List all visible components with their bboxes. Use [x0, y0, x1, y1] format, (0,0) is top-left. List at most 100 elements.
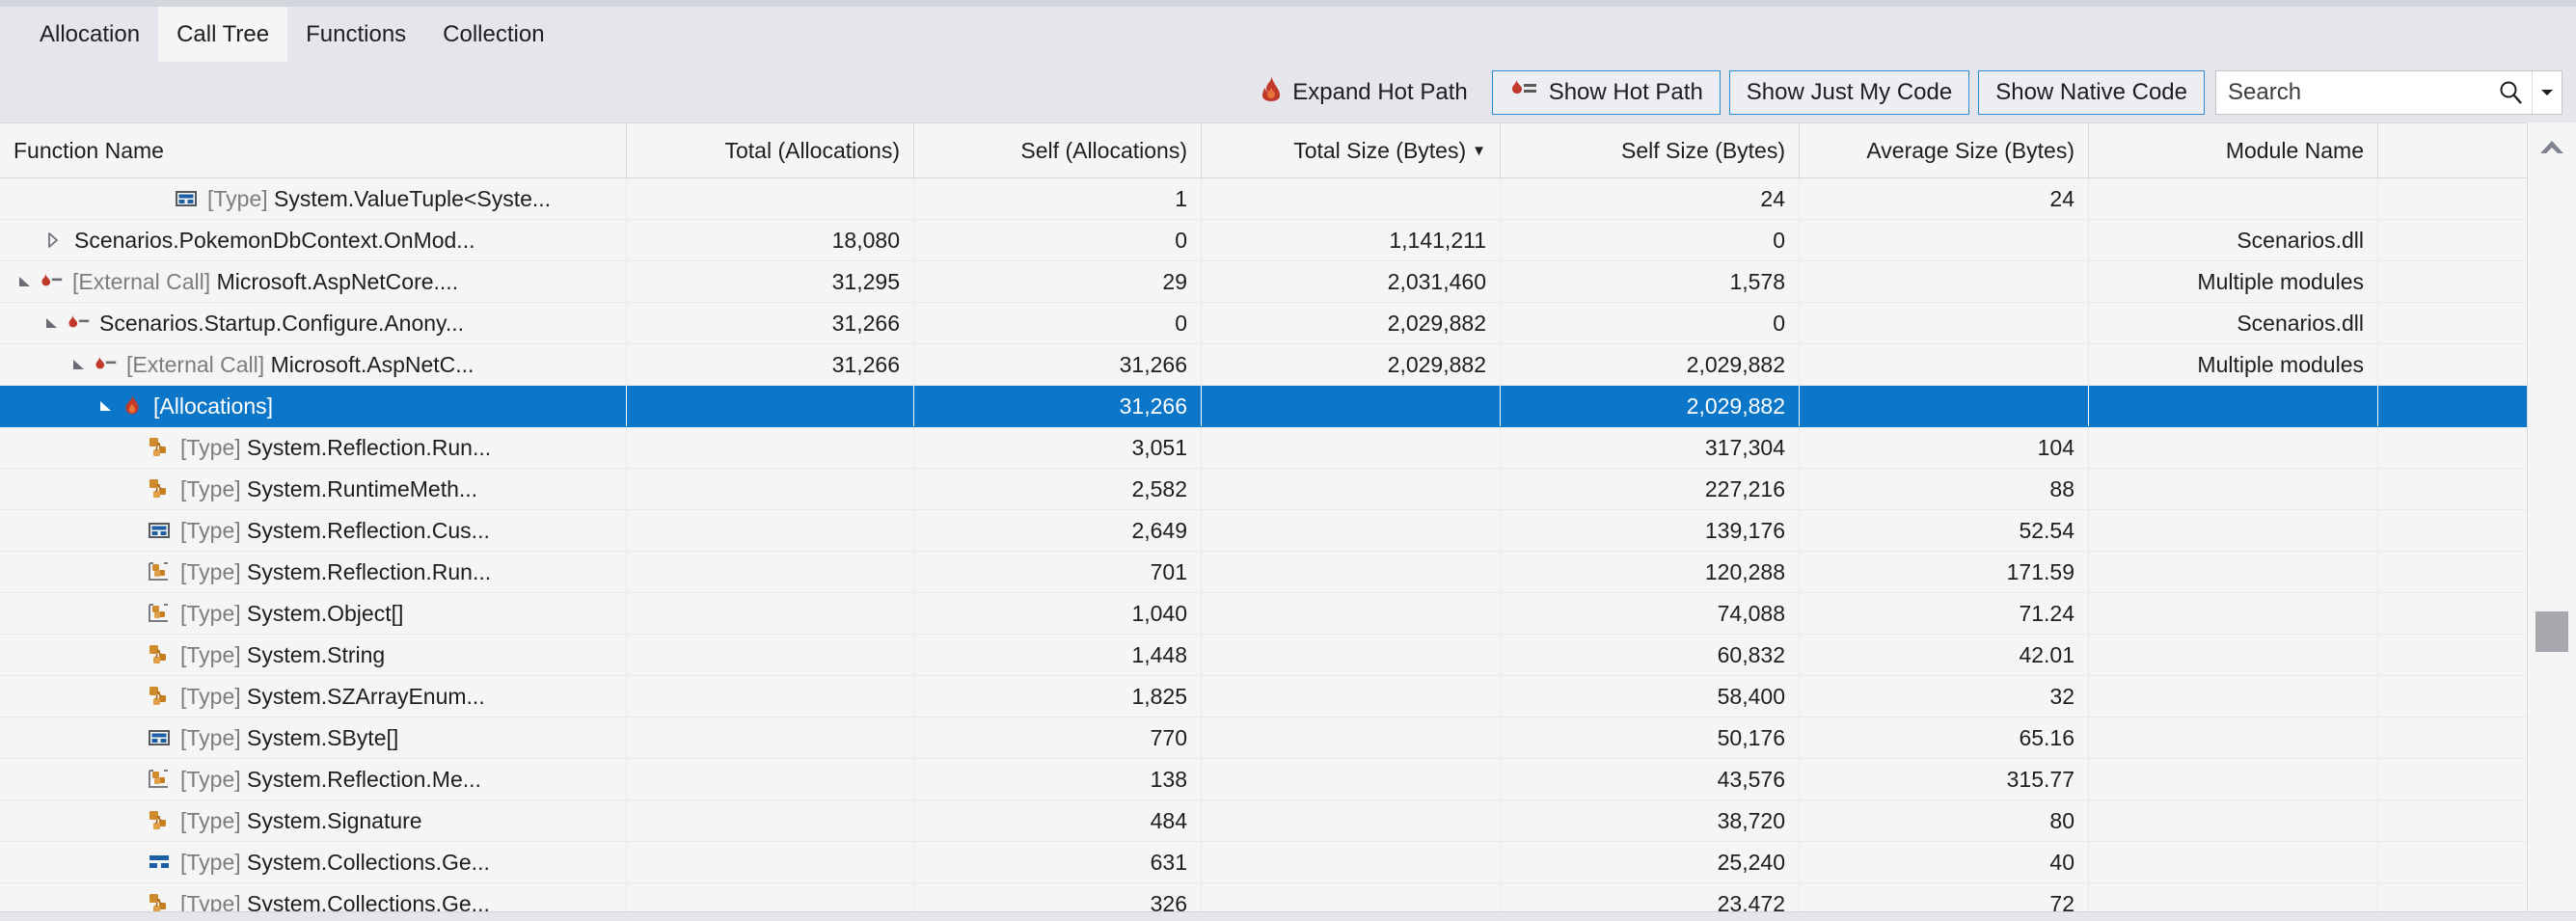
cell-self-allocations-value: 326: [1150, 890, 1187, 912]
cell-module-name-value: Multiple modules: [2197, 351, 2364, 377]
tree-collapse-triangle-icon[interactable]: [41, 314, 66, 332]
type-tag: [Type]: [180, 766, 248, 792]
tab-collection[interactable]: Collection: [424, 7, 562, 62]
tree-expand-chevron-right-icon[interactable]: [41, 231, 66, 249]
grid-body[interactable]: [Type] System.ValueTuple<Syste... 1 24 24 Sc…: [0, 178, 2527, 911]
cell-function-name[interactable]: [Allocations]: [0, 386, 627, 426]
cell-function-name[interactable]: [Type] System.Object[]: [0, 593, 627, 634]
table-row[interactable]: [Type] System.RuntimeMeth... 2,582 227,216…: [0, 469, 2527, 510]
type-tag: [Type]: [180, 724, 248, 750]
table-row[interactable]: Scenarios.PokemonDbContext.OnMod... 18,08…: [0, 220, 2527, 261]
cell-average-size: [1800, 344, 2089, 385]
column-header-spacer[interactable]: [2378, 123, 2528, 177]
column-header-self-size-bytes[interactable]: Self Size (Bytes): [1501, 123, 1800, 177]
column-header-self-allocations[interactable]: Self (Allocations): [914, 123, 1202, 177]
cell-function-name[interactable]: Scenarios.Startup.Configure.Anony...: [0, 303, 627, 343]
table-row[interactable]: [Type] System.Collections.Ge... 631 25,240…: [0, 842, 2527, 883]
search-options-chevron-down-icon[interactable]: [2532, 70, 2562, 114]
expand-hot-path-button[interactable]: Expand Hot Path: [1245, 70, 1482, 115]
cell-function-name[interactable]: [Type] System.Reflection.Run...: [0, 552, 627, 592]
cell-module-name: [2089, 800, 2378, 841]
table-row[interactable]: [Type] System.Reflection.Run... 701 120,28…: [0, 552, 2527, 593]
show-hot-path-toggle[interactable]: Show Hot Path: [1491, 69, 1721, 115]
flame-icon: [1261, 76, 1282, 108]
search-box[interactable]: Search: [2215, 69, 2562, 115]
scrollbar-track[interactable]: [2528, 173, 2576, 911]
column-header-total-size-bytes[interactable]: Total Size (Bytes) ▼: [1202, 123, 1501, 177]
show-native-code-toggle[interactable]: Show Native Code: [1978, 69, 2205, 115]
table-row[interactable]: Scenarios.Startup.Configure.Anony... 31,2…: [0, 303, 2527, 344]
cell-function-name[interactable]: [Type] System.String: [0, 635, 627, 675]
cell-function-name[interactable]: [Type] System.Collections.Ge...: [0, 883, 627, 911]
table-row[interactable]: [Type] System.Object[] 1,040 74,088 71.24: [0, 593, 2527, 635]
search-icon[interactable]: [2489, 71, 2532, 114]
cell-self-size: 38,720: [1501, 800, 1800, 841]
column-header-total-allocations[interactable]: Total (Allocations): [627, 123, 914, 177]
cell-function-name[interactable]: [External Call] Microsoft.AspNetCore....: [0, 261, 627, 302]
type-tag: [Type]: [180, 890, 248, 912]
scroll-up-chevron-up-icon[interactable]: [2528, 122, 2576, 173]
cell-self-allocations-value: 701: [1150, 558, 1187, 584]
cell-total-allocations: [627, 552, 914, 592]
cell-function-name[interactable]: [Type] System.SByte[]: [0, 718, 627, 758]
function-name-label: [Type] System.Object[]: [180, 601, 403, 627]
table-row[interactable]: [Type] System.Reflection.Cus... 2,649 139,…: [0, 510, 2527, 552]
cell-function-name[interactable]: Scenarios.PokemonDbContext.OnMod...: [0, 220, 627, 260]
cell-module-name: [2089, 676, 2378, 717]
cell-function-name[interactable]: [Type] System.Reflection.Cus...: [0, 510, 627, 551]
table-row[interactable]: [Type] System.String 1,448 60,832 42.01: [0, 635, 2527, 676]
cell-self-allocations-value: 484: [1150, 807, 1187, 833]
cell-self-size-value: 58,400: [1717, 683, 1785, 709]
column-header-function-name[interactable]: Function Name: [0, 123, 627, 177]
table-row[interactable]: [Type] System.Reflection.Me... 138 43,576 3…: [0, 759, 2527, 800]
tree-collapse-triangle-icon[interactable]: [14, 273, 39, 290]
column-header-average-size-bytes[interactable]: Average Size (Bytes): [1800, 123, 2089, 177]
table-row[interactable]: [Type] System.Reflection.Run... 3,051 317,…: [0, 427, 2527, 469]
search-input[interactable]: Search: [2216, 79, 2489, 106]
cell-function-name[interactable]: [Type] System.ValueTuple<Syste...: [0, 178, 627, 219]
cell-self-allocations: 2,582: [914, 469, 1202, 509]
table-row[interactable]: [Type] System.Collections.Ge... 326 23,472…: [0, 883, 2527, 911]
cell-function-name[interactable]: [Type] System.Signature: [0, 800, 627, 841]
table-row[interactable]: [Type] System.Signature 484 38,720 80: [0, 800, 2527, 842]
cell-self-size-value: 60,832: [1717, 641, 1785, 667]
vertical-scrollbar[interactable]: [2527, 122, 2576, 911]
cell-function-name[interactable]: [Type] System.Reflection.Me...: [0, 759, 627, 799]
tree-collapse-triangle-icon[interactable]: [68, 356, 93, 373]
cell-self-size: 0: [1501, 303, 1800, 343]
type-tag: [Type]: [180, 600, 248, 626]
table-row-selected[interactable]: [Allocations] 31,266 2,029,882: [0, 386, 2527, 427]
table-row[interactable]: [Type] System.SByte[] 770 50,176 65.16: [0, 718, 2527, 759]
cell-self-allocations: 1,448: [914, 635, 1202, 675]
tab-call-tree[interactable]: Call Tree: [158, 7, 288, 62]
table-row[interactable]: [External Call] Microsoft.AspNetCore....…: [0, 261, 2527, 303]
cell-total-allocations-value: 31,266: [831, 351, 900, 377]
table-row[interactable]: [Type] System.SZArrayEnum... 1,825 58,400 3…: [0, 676, 2527, 718]
function-name-text: System.Reflection.Run...: [247, 558, 492, 584]
cell-function-name[interactable]: [Type] System.Reflection.Run...: [0, 427, 627, 468]
cell-total-allocations-value: 31,266: [831, 310, 900, 336]
cell-average-size-value: 65.16: [2019, 724, 2074, 750]
cell-function-name[interactable]: [Type] System.Collections.Ge...: [0, 842, 627, 882]
cell-module-name-value: Scenarios.dll: [2237, 227, 2364, 253]
scrollbar-thumb[interactable]: [2535, 611, 2568, 652]
column-header-module-name[interactable]: Module Name: [2089, 123, 2378, 177]
table-row[interactable]: [External Call] Microsoft.AspNetC... 31,2…: [0, 344, 2527, 386]
tab-allocation[interactable]: Allocation: [21, 7, 158, 62]
cell-function-name[interactable]: [External Call] Microsoft.AspNetC...: [0, 344, 627, 385]
cell-total-size: 2,029,882: [1202, 303, 1501, 343]
cell-average-size-value: 104: [2037, 434, 2074, 460]
table-row[interactable]: [Type] System.ValueTuple<Syste... 1 24 24: [0, 178, 2527, 220]
show-just-my-code-toggle[interactable]: Show Just My Code: [1728, 69, 1970, 115]
function-name-label: [Type] System.SZArrayEnum...: [180, 684, 485, 710]
window-bottom-edge: [0, 911, 2576, 921]
function-name-text: System.SByte[]: [247, 724, 399, 750]
tab-functions[interactable]: Functions: [287, 7, 424, 62]
cell-function-name[interactable]: [Type] System.RuntimeMeth...: [0, 469, 627, 509]
cell-total-size: [1202, 676, 1501, 717]
cell-function-name[interactable]: [Type] System.SZArrayEnum...: [0, 676, 627, 717]
cell-self-size-value: 2,029,882: [1686, 393, 1785, 419]
tree-collapse-triangle-icon[interactable]: [95, 397, 120, 415]
cell-row-filler: [2378, 220, 2527, 260]
cell-self-allocations: 770: [914, 718, 1202, 758]
